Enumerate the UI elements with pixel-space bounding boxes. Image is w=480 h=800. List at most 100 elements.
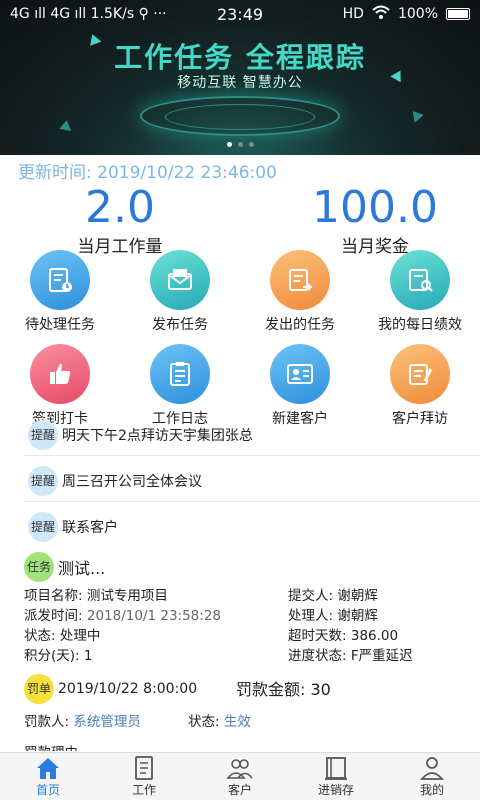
workload-stat[interactable]: 2.0 当月工作量 <box>60 182 180 258</box>
decor-triangle <box>408 107 424 123</box>
performance-icon <box>390 250 450 310</box>
thumbs-up-icon <box>30 344 90 404</box>
task-progress-label: 进度状态: <box>288 648 347 664</box>
customers-icon <box>226 759 253 779</box>
task-header: 任务 测试... <box>0 552 480 582</box>
home-icon <box>37 758 59 779</box>
penalty-amount-value: 30 <box>310 680 331 699</box>
reminder-text: 明天下午2点拜访天宇集团张总 <box>62 428 253 444</box>
grid-item-label: 我的每日绩效 <box>378 317 462 333</box>
reminder-badge: 提醒 <box>28 512 58 542</box>
bonus-value: 100.0 <box>312 182 438 233</box>
bonus-stat[interactable]: 100.0 当月奖金 <box>290 182 460 258</box>
nav-item-label: 客户 <box>227 783 252 797</box>
nav-item-profile[interactable]: 我的 <box>384 753 480 800</box>
task-status-label: 状态: <box>24 628 56 644</box>
battery-icon <box>446 8 470 20</box>
grid-item-label: 发出的任务 <box>265 317 335 333</box>
publish-task-icon <box>150 250 210 310</box>
grid-item-label: 发布任务 <box>152 317 208 333</box>
penalty-amount-label: 罚款金额: <box>236 680 306 699</box>
reminder-item[interactable]: 提醒 明天下午2点拜访天宇集团张总 <box>0 420 480 450</box>
task-project-label: 项目名称: <box>24 588 83 604</box>
network-indicators: 4G ıll 4G ıll 1.5K/s ⚲ ··· <box>10 6 167 22</box>
new-customer-icon <box>270 344 330 404</box>
reminder-text: 联系客户 <box>62 520 118 536</box>
penalty-badge: 罚单 <box>24 674 54 704</box>
task-status-value: 处理中 <box>59 628 101 644</box>
nav-item-inventory[interactable]: 进销存 <box>288 753 384 800</box>
reminder-badge: 提醒 <box>28 420 58 450</box>
nav-item-work[interactable]: 工作 <box>96 753 192 800</box>
grid-item-customer-visit[interactable]: 客户拜访 <box>360 344 480 428</box>
penalty-person-value: 系统管理员 <box>73 714 141 730</box>
task-badge: 任务 <box>24 552 54 582</box>
nav-item-label: 进销存 <box>317 783 354 797</box>
clock: 23:49 <box>216 4 264 24</box>
penalty-state-label: 状态: <box>188 714 220 730</box>
banner-title: 工作任务 全程跟踪 <box>114 41 366 74</box>
reminder-item[interactable]: 提醒 周三召开公司全体会议 <box>0 466 480 496</box>
update-time: 更新时间: 2019/10/22 23:46:00 <box>18 163 277 183</box>
sent-task-icon <box>270 250 330 310</box>
grid-item-label: 待处理任务 <box>25 317 95 333</box>
task-points-label: 积分(天): <box>24 648 80 664</box>
task-dispatch-value: 2018/10/1 23:58:28 <box>86 608 222 624</box>
nav-item-home[interactable]: 首页 <box>0 753 96 800</box>
hd-indicator: HD <box>342 6 364 22</box>
grid-item-sent-task[interactable]: 发出的任务 <box>240 250 360 334</box>
nav-item-customers[interactable]: 客户 <box>192 753 288 800</box>
grid-item-new-customer[interactable]: 新建客户 <box>240 344 360 428</box>
reminder-item[interactable]: 提醒 联系客户 <box>0 512 480 542</box>
inventory-icon <box>325 757 347 780</box>
task-dispatch-label: 派发时间: <box>24 608 83 624</box>
battery-percent: 100% <box>397 6 438 22</box>
bottom-nav: 首页 工作 客户 进销存 我的 <box>0 752 480 800</box>
divider <box>24 455 480 456</box>
carousel-dots[interactable] <box>0 142 480 147</box>
task-handler: 处理人: 谢朝辉 <box>288 604 378 624</box>
task-submitter: 提交人: 谢朝辉 <box>288 584 378 604</box>
penalty-date: 2019/10/22 8:00:00 <box>58 681 198 697</box>
decor-triangle <box>59 119 73 131</box>
task-status: 状态: 处理中 <box>24 624 100 644</box>
grid-item-work-log[interactable]: 工作日志 <box>120 344 240 428</box>
profile-icon <box>420 757 444 780</box>
penalty-person-label: 罚款人: <box>24 714 70 730</box>
reminder-text: 周三召开公司全体会议 <box>62 474 202 490</box>
banner-subtitle: 移动互联 智慧办公 <box>177 75 303 91</box>
wifi-icon <box>372 5 390 23</box>
carousel-dot[interactable] <box>226 142 232 147</box>
carousel-dot[interactable] <box>237 142 243 147</box>
task-project: 项目名称: 测试专用项目 <box>24 584 168 604</box>
banner-ring-inner <box>165 104 315 130</box>
nav-item-label: 工作 <box>131 783 156 797</box>
task-points-value: 1 <box>83 648 93 664</box>
task-overdue-value: 386.00 <box>350 628 399 644</box>
task-project-value: 测试专用项目 <box>86 588 168 604</box>
penalty-reason-partial: 罚款理由 <box>24 741 78 751</box>
task-points: 积分(天): 1 <box>24 644 92 664</box>
grid-item-publish-task[interactable]: 发布任务 <box>120 250 240 334</box>
reminder-badge: 提醒 <box>28 466 58 496</box>
carousel-dot[interactable] <box>248 142 254 147</box>
grid-item-pending-task[interactable]: 待处理任务 <box>0 250 120 334</box>
penalty-state-value: 生效 <box>223 714 251 730</box>
grid-item-check-in[interactable]: 签到打卡 <box>0 344 120 428</box>
task-overdue-label: 超时天数: <box>288 628 347 644</box>
customer-visit-icon <box>390 344 450 404</box>
function-grid: 待处理任务 发布任务 发出的任务 我的每日绩效 签到打卡 工作日志 新建客户 客… <box>0 250 480 428</box>
task-overdue: 超时天数: 386.00 <box>288 624 398 644</box>
task-submitter-value: 谢朝辉 <box>337 588 378 604</box>
penalty-person: 罚款人: 系统管理员 <box>24 710 141 730</box>
task-title: 测试... <box>58 559 106 578</box>
pending-task-icon <box>30 250 90 310</box>
status-bar: 4G ıll 4G ıll 1.5K/s ⚲ ··· 23:49 HD 100% <box>0 0 480 28</box>
nav-item-label: 我的 <box>419 783 444 797</box>
work-log-icon <box>150 344 210 404</box>
grid-item-performance[interactable]: 我的每日绩效 <box>360 250 480 334</box>
task-progress-value: F严重延迟 <box>350 648 413 664</box>
workload-value: 2.0 <box>85 182 155 233</box>
work-icon <box>135 756 153 780</box>
divider <box>24 501 480 502</box>
